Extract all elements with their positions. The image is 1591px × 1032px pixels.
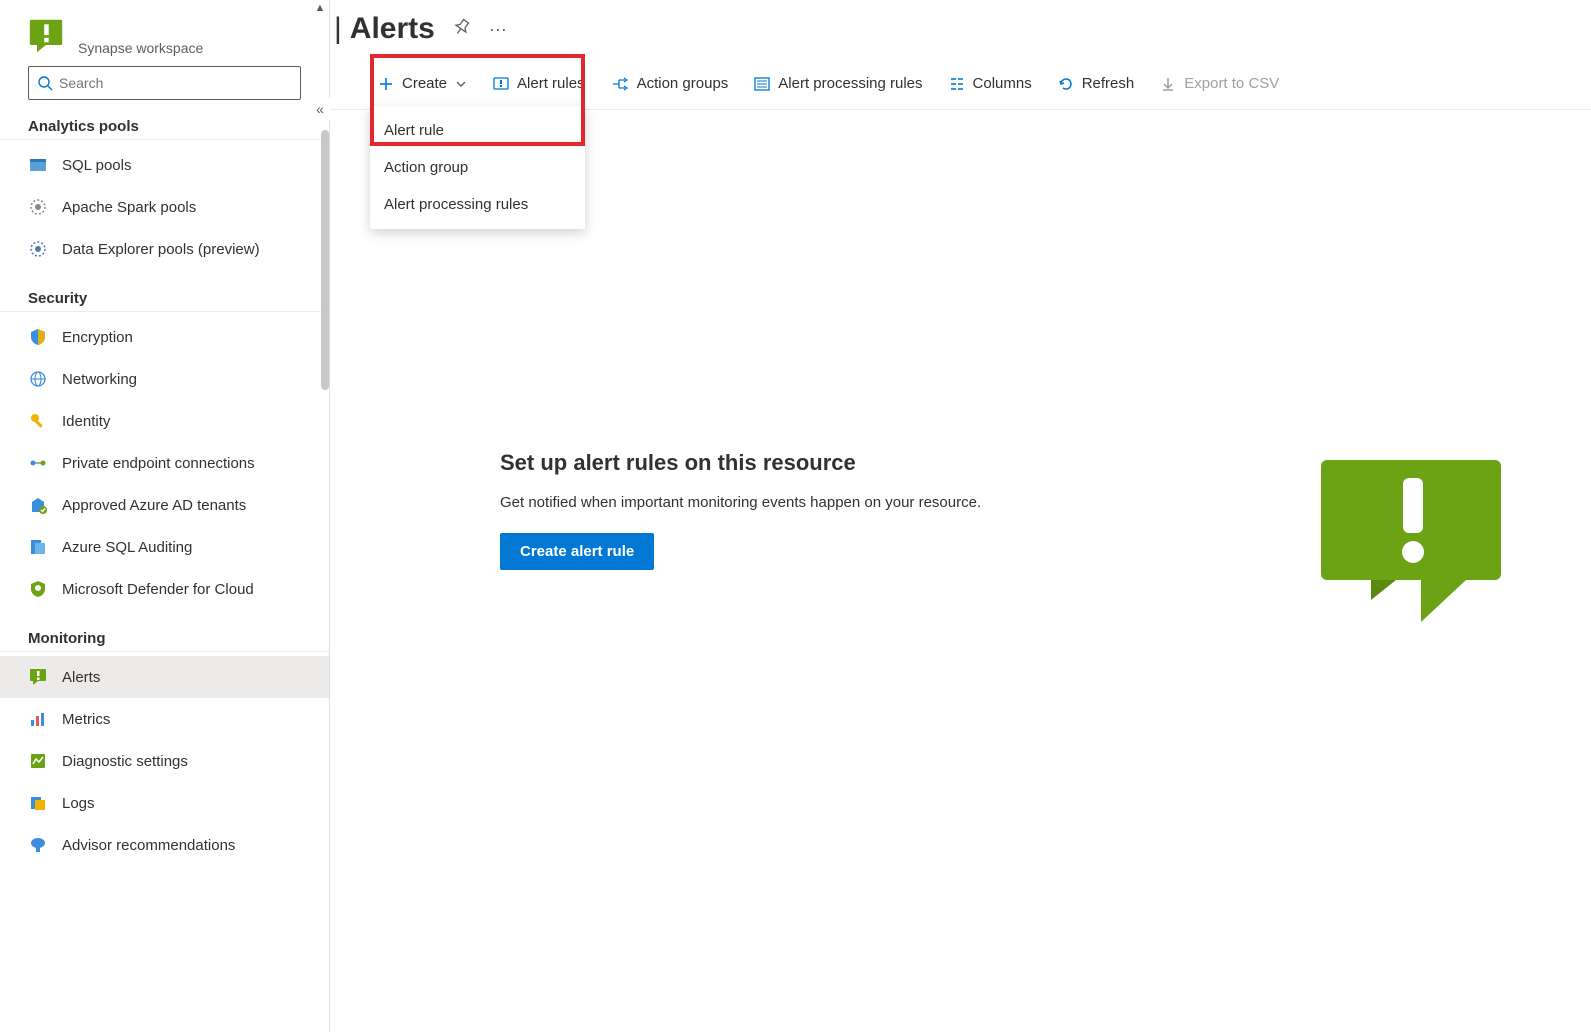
section-analytics: Analytics pools [0, 110, 329, 140]
sidebar: ▲ Synapse workspace « [0, 0, 330, 1032]
action-groups-icon [611, 76, 629, 92]
alerts-icon [28, 667, 48, 687]
search-input[interactable] [28, 66, 301, 100]
alert-rules-button[interactable]: Alert rules [493, 58, 585, 109]
sidebar-item-label: Approved Azure AD tenants [62, 497, 246, 514]
globe-icon [28, 369, 48, 389]
sidebar-item-label: SQL pools [62, 157, 132, 174]
logs-icon [28, 793, 48, 813]
refresh-button[interactable]: Refresh [1058, 58, 1135, 109]
sidebar-header: Synapse workspace [0, 10, 329, 66]
spark-pools-icon [28, 197, 48, 217]
search-icon [37, 75, 53, 91]
empty-body: Get notified when important monitoring e… [500, 494, 981, 511]
sidebar-item-identity[interactable]: Identity [0, 400, 329, 442]
shield-icon [28, 327, 48, 347]
create-label: Create [402, 75, 447, 92]
breadcrumb-separator: | [334, 12, 342, 46]
section-monitoring: Monitoring [0, 622, 329, 652]
workspace-subtitle: Synapse workspace [78, 40, 203, 56]
defender-icon [28, 579, 48, 599]
sidebar-item-sql-pools[interactable]: SQL pools [0, 144, 329, 186]
columns-icon [949, 76, 965, 92]
sidebar-item-label: Networking [62, 371, 137, 388]
sidebar-item-private-endpoint[interactable]: Private endpoint connections [0, 442, 329, 484]
alert-illustration-icon [1311, 450, 1511, 630]
sidebar-item-defender[interactable]: Microsoft Defender for Cloud [0, 568, 329, 610]
sidebar-item-label: Azure SQL Auditing [62, 539, 192, 556]
sidebar-item-label: Microsoft Defender for Cloud [62, 581, 254, 598]
more-button[interactable]: ··· [489, 19, 507, 40]
columns-button[interactable]: Columns [949, 58, 1032, 109]
sidebar-item-spark-pools[interactable]: Apache Spark pools [0, 186, 329, 228]
page-header: | Alerts ··· [330, 0, 1591, 58]
create-dropdown: Alert rule Action group Alert processing… [370, 106, 585, 229]
create-action-group-option[interactable]: Action group [370, 149, 585, 186]
create-alert-rule-option[interactable]: Alert rule [370, 112, 585, 149]
sidebar-item-label: Diagnostic settings [62, 753, 188, 770]
alerts-logo-icon [28, 18, 64, 54]
section-security: Security [0, 282, 329, 312]
endpoint-icon [28, 453, 48, 473]
sidebar-item-label: Identity [62, 413, 110, 430]
sidebar-item-data-explorer-pools[interactable]: Data Explorer pools (preview) [0, 228, 329, 270]
empty-state: Set up alert rules on this resource Get … [500, 450, 1511, 630]
main-content: | Alerts ··· Create Alert rules Action g… [330, 0, 1591, 1032]
search-field[interactable] [59, 75, 292, 91]
sidebar-item-networking[interactable]: Networking [0, 358, 329, 400]
sidebar-item-label: Data Explorer pools (preview) [62, 241, 260, 258]
action-groups-label: Action groups [637, 75, 729, 92]
advisor-icon [28, 835, 48, 855]
sidebar-item-label: Private endpoint connections [62, 455, 255, 472]
empty-heading: Set up alert rules on this resource [500, 450, 981, 476]
key-icon [28, 411, 48, 431]
alert-rules-icon [493, 76, 509, 92]
export-csv-button: Export to CSV [1160, 58, 1279, 109]
alert-rules-label: Alert rules [517, 75, 585, 92]
create-processing-rules-option[interactable]: Alert processing rules [370, 186, 585, 223]
sidebar-item-alerts[interactable]: Alerts [0, 656, 329, 698]
download-icon [1160, 76, 1176, 92]
page-title: Alerts [350, 12, 435, 46]
refresh-icon [1058, 76, 1074, 92]
scrollbar-thumb[interactable] [321, 130, 329, 390]
export-csv-label: Export to CSV [1184, 75, 1279, 92]
sql-pools-icon [28, 155, 48, 175]
sidebar-item-metrics[interactable]: Metrics [0, 698, 329, 740]
toolbar: Create Alert rules Action groups Alert p… [330, 58, 1591, 110]
sidebar-item-label: Metrics [62, 711, 110, 728]
pin-button[interactable] [453, 18, 471, 41]
sidebar-item-advisor[interactable]: Advisor recommendations [0, 824, 329, 866]
plus-icon [378, 76, 394, 92]
sidebar-item-label: Logs [62, 795, 95, 812]
sidebar-item-approved-tenants[interactable]: Approved Azure AD tenants [0, 484, 329, 526]
sidebar-item-sql-auditing[interactable]: Azure SQL Auditing [0, 526, 329, 568]
chevron-down-icon [455, 78, 467, 90]
create-alert-rule-button[interactable]: Create alert rule [500, 533, 654, 570]
sidebar-item-label: Advisor recommendations [62, 837, 235, 854]
refresh-label: Refresh [1082, 75, 1135, 92]
collapse-sidebar-button[interactable]: « [309, 98, 331, 120]
metrics-icon [28, 709, 48, 729]
sidebar-item-logs[interactable]: Logs [0, 782, 329, 824]
tenant-icon [28, 495, 48, 515]
diagnostic-icon [28, 751, 48, 771]
create-button[interactable]: Create [378, 58, 467, 109]
processing-rules-icon [754, 76, 770, 92]
action-groups-button[interactable]: Action groups [611, 58, 729, 109]
sidebar-item-diagnostic-settings[interactable]: Diagnostic settings [0, 740, 329, 782]
alert-processing-rules-label: Alert processing rules [778, 75, 922, 92]
sidebar-item-label: Apache Spark pools [62, 199, 196, 216]
auditing-icon [28, 537, 48, 557]
alert-processing-rules-button[interactable]: Alert processing rules [754, 58, 922, 109]
sidebar-item-label: Encryption [62, 329, 133, 346]
data-explorer-icon [28, 239, 48, 259]
columns-label: Columns [973, 75, 1032, 92]
sidebar-item-label: Alerts [62, 669, 100, 686]
sidebar-item-encryption[interactable]: Encryption [0, 316, 329, 358]
